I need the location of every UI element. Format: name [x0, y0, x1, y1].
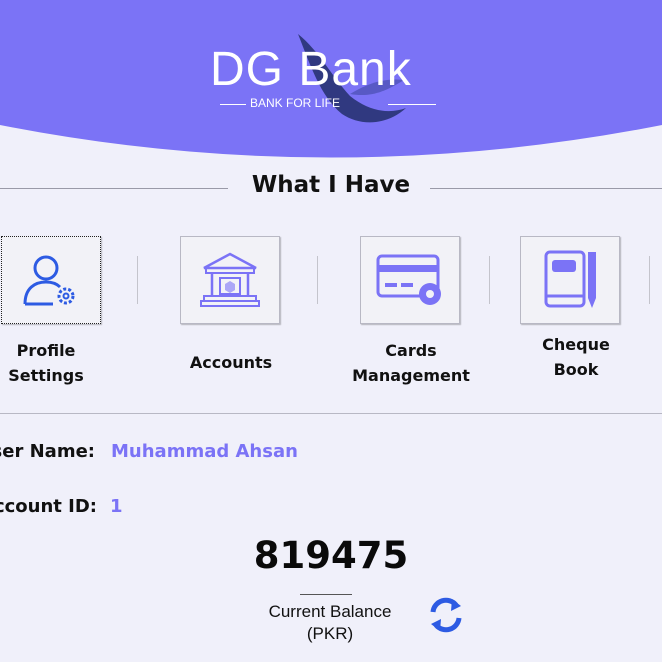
cheque-book-label: Cheque Book	[542, 335, 610, 379]
section-title: What I Have	[251, 172, 411, 198]
tagline-rule-left	[220, 104, 246, 105]
book-pen-icon	[544, 250, 596, 308]
balance-rule	[300, 594, 352, 595]
account-id-value: 1	[110, 496, 123, 517]
user-name-label: User Name:	[0, 441, 95, 462]
brand-tagline: BANK FOR LIFE	[250, 96, 341, 110]
card-gear-icon	[376, 254, 441, 305]
bank-building-icon	[200, 252, 260, 307]
divider	[0, 413, 662, 414]
section-rule-right	[430, 188, 662, 189]
cards-management-button[interactable]	[360, 236, 460, 324]
cheque-book-button[interactable]	[520, 236, 620, 324]
accounts-label: Accounts	[189, 353, 273, 372]
tile-divider	[317, 256, 318, 304]
cards-management-label: Cards Management	[352, 341, 470, 385]
refresh-button[interactable]	[428, 596, 464, 634]
tile-divider	[649, 256, 650, 304]
profile-settings-label: Profile Settings	[8, 341, 84, 385]
balance-amount: 819475	[253, 534, 409, 577]
tagline-rule-right	[388, 104, 436, 105]
profile-settings-button[interactable]	[1, 236, 101, 324]
user-name-value: Muhammad Ahsan	[111, 441, 298, 462]
user-gear-icon	[23, 255, 75, 306]
tile-divider	[489, 256, 490, 304]
brand-name: DG Bank	[210, 43, 412, 96]
account-id-label: Account ID:	[0, 496, 97, 517]
tile-divider	[137, 256, 138, 304]
refresh-icon	[430, 597, 462, 633]
balance-caption: Current Balance (PKR)	[268, 602, 392, 643]
accounts-button[interactable]	[180, 236, 280, 324]
